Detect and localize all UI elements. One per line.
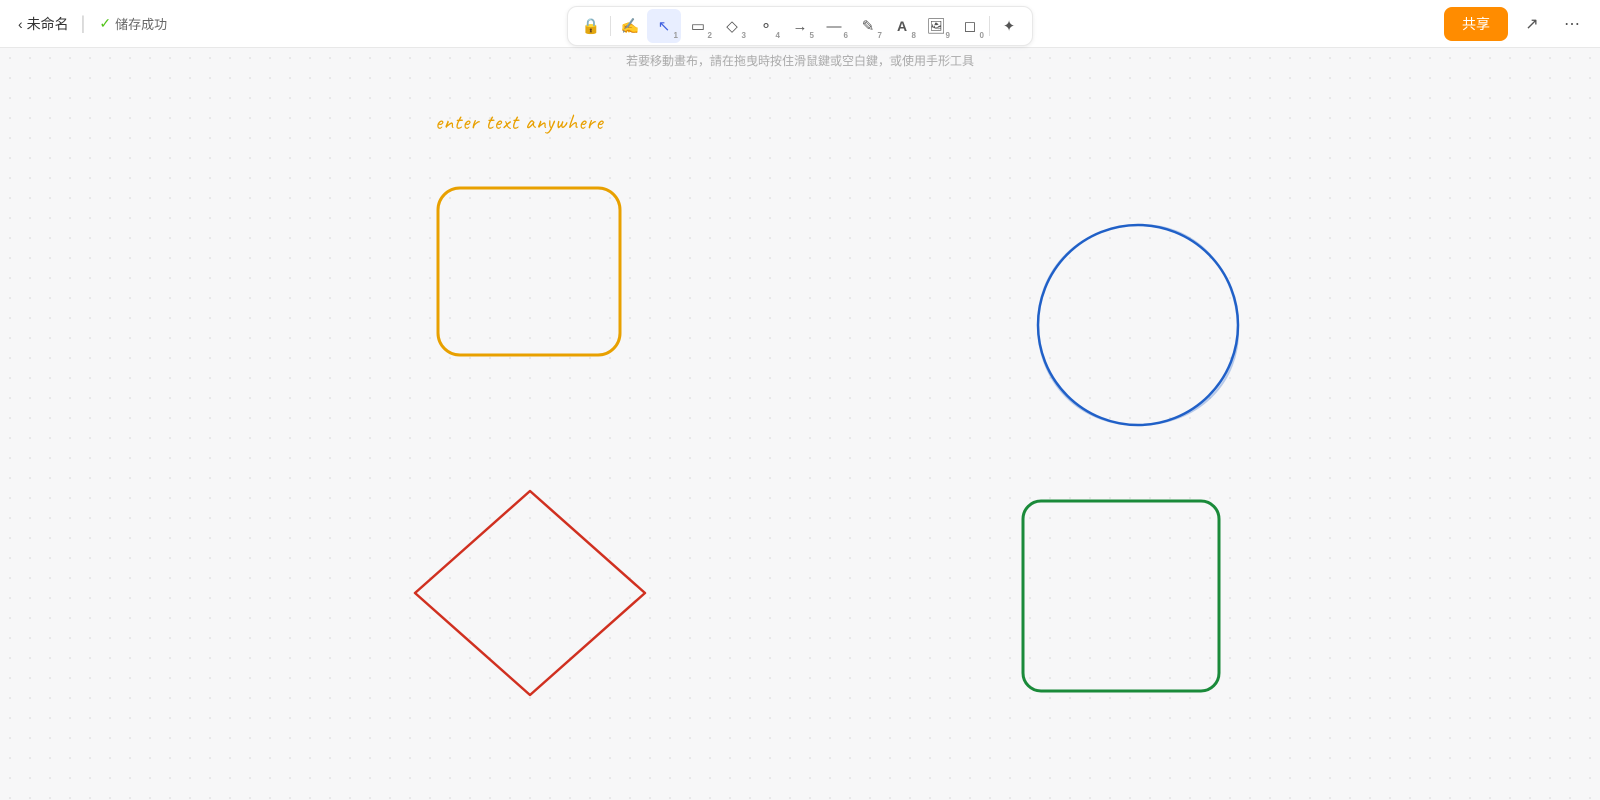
select-icon: ↖	[658, 17, 671, 35]
hint-text: 若要移動畫布，請在拖曳時按住滑鼠鍵或空白鍵，或使用手形工具	[626, 54, 974, 68]
back-button[interactable]: ‹ 未命名	[12, 10, 75, 38]
back-icon: ‹	[18, 16, 23, 32]
pencil-icon: ✎	[862, 17, 875, 35]
hand-icon: ✍	[621, 17, 640, 35]
text-icon: A	[897, 18, 907, 34]
tool-image[interactable]: 🖼 9	[919, 9, 953, 43]
tool-badge-0: 0	[980, 31, 984, 40]
tool-badge-2: 2	[708, 31, 712, 40]
toolbar: 🔒 ✍ ↖ 1 ▭ 2 ◇ 3 ⚬ 4 → 5	[567, 6, 1033, 46]
tool-badge-3: 3	[742, 31, 746, 40]
hint-bar: 若要移動畫布，請在拖曳時按住滑鼠鍵或空白鍵，或使用手形工具	[626, 52, 974, 69]
more-options-button[interactable]: ⋯	[1556, 8, 1588, 40]
share-button[interactable]: 共享	[1444, 7, 1508, 41]
red-diamond-svg	[405, 483, 655, 703]
document-title: 未命名	[27, 14, 69, 34]
divider: |	[81, 13, 86, 34]
orange-rect-svg	[435, 185, 625, 360]
tool-rect[interactable]: ▭ 2	[681, 9, 715, 43]
header: ‹ 未命名 | ✓ 储存成功 🔒 ✍ ↖ 1 ▭ 2 ◇	[0, 0, 1600, 48]
shape-blue-circle[interactable]	[1033, 220, 1243, 435]
arrow-icon: →	[793, 18, 808, 35]
tool-hand[interactable]: ✍	[613, 9, 647, 43]
tool-select[interactable]: ↖ 1	[647, 9, 681, 43]
shape-green-rect[interactable]	[1020, 498, 1225, 703]
tool-eraser[interactable]: ◻ 0	[953, 9, 987, 43]
save-status: ✓ 储存成功	[91, 14, 175, 33]
header-left: ‹ 未命名 | ✓ 储存成功	[0, 10, 187, 38]
image-icon: 🖼	[926, 17, 945, 35]
toolbar-divider-2	[989, 16, 990, 36]
toolbar-divider	[610, 16, 611, 36]
eraser-icon: ◻	[964, 17, 976, 35]
shape-orange-rect[interactable]	[435, 185, 625, 365]
check-icon: ✓	[99, 15, 111, 32]
tool-pencil[interactable]: ✎ 7	[851, 9, 885, 43]
shape-red-diamond[interactable]	[405, 483, 655, 708]
more-icon: ⋯	[1564, 14, 1580, 34]
tool-badge-7: 7	[878, 31, 882, 40]
blue-circle-svg	[1033, 220, 1243, 430]
tool-badge-5: 5	[810, 31, 814, 40]
tool-extra[interactable]: ✦	[992, 9, 1026, 43]
tool-diamond[interactable]: ◇ 3	[715, 9, 749, 43]
extra-icon: ✦	[1003, 17, 1016, 35]
tool-badge-6: 6	[844, 31, 848, 40]
lock-icon: 🔒	[582, 17, 601, 35]
header-right: 共享 ↗ ⋯	[1444, 7, 1588, 41]
tool-badge-1: 1	[674, 31, 678, 40]
canvas-text-annotation: enter text anywhere	[435, 108, 603, 136]
external-link-icon: ↗	[1525, 14, 1538, 34]
tool-lock[interactable]: 🔒	[574, 9, 608, 43]
tool-badge-8: 8	[912, 31, 916, 40]
diamond-icon: ◇	[726, 17, 738, 35]
canvas-area[interactable]: enter text anywhere	[0, 48, 1600, 800]
tool-badge-4: 4	[776, 31, 780, 40]
rect-icon: ▭	[691, 17, 705, 35]
tool-arrow[interactable]: → 5	[783, 9, 817, 43]
tool-badge-9: 9	[946, 31, 950, 40]
save-label: 储存成功	[115, 14, 167, 33]
tool-circle[interactable]: ⚬ 4	[749, 9, 783, 43]
circle-icon: ⚬	[760, 17, 773, 35]
external-link-button[interactable]: ↗	[1516, 8, 1548, 40]
tool-line[interactable]: — 6	[817, 9, 851, 43]
line-icon: —	[827, 18, 842, 35]
green-rect-svg	[1020, 498, 1225, 698]
tool-text[interactable]: A 8	[885, 9, 919, 43]
